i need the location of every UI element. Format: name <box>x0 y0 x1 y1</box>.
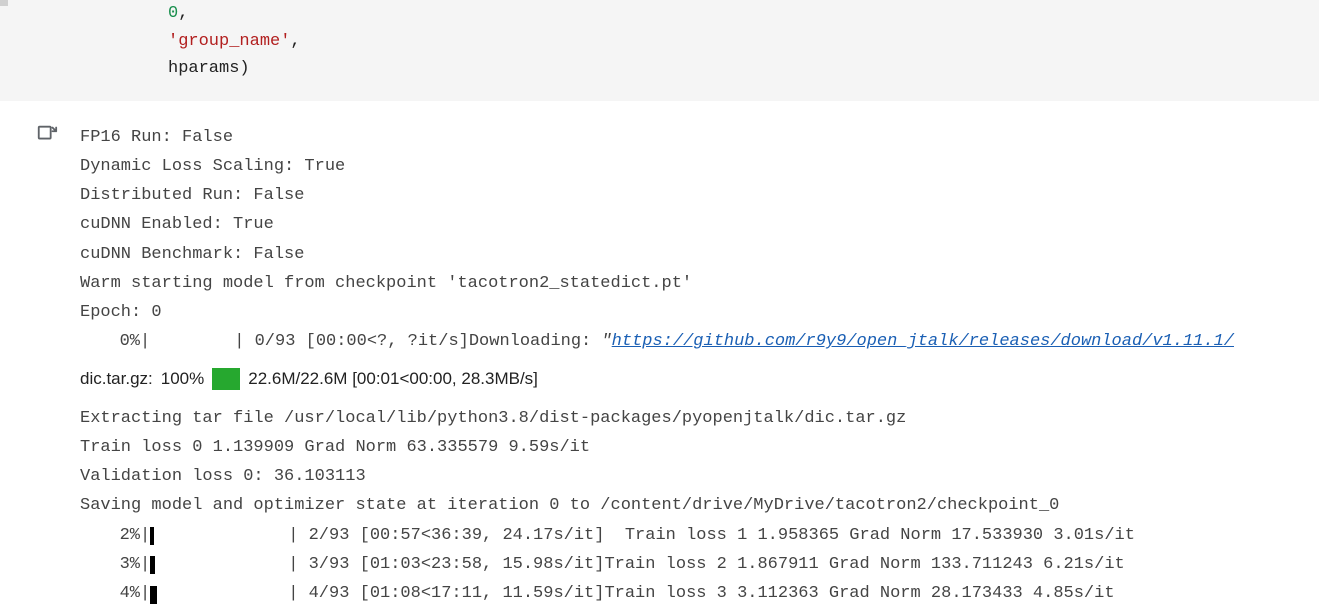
progress-bar-fill <box>150 556 155 574</box>
progress-bar-fill <box>150 527 154 545</box>
output-text: Extracting tar file /usr/local/lib/pytho… <box>80 404 1319 433</box>
pipe-icon: | <box>288 550 298 579</box>
progress-stats: 3/93 [01:03<23:58, 15.98s/it]Train loss … <box>298 550 1124 579</box>
progress-row: 3%|| 3/93 [01:03<23:58, 15.98s/it]Train … <box>80 550 1319 579</box>
pipe-icon: | <box>288 521 298 550</box>
code-identifier: hparams <box>168 59 239 78</box>
code-line: 0, <box>0 0 1319 28</box>
pipe-icon: | <box>140 327 150 356</box>
pipe-icon: | <box>140 521 150 550</box>
code-cell[interactable]: 0, 'group_name', hparams) <box>0 0 1319 101</box>
progress-bar-fill <box>150 586 157 604</box>
progress-percent: 2% <box>102 521 140 550</box>
output-text: Saving model and optimizer state at iter… <box>80 491 1319 520</box>
output-cell: FP16 Run: False Dynamic Loss Scaling: Tr… <box>0 101 1319 608</box>
progress-percent: 0% <box>102 327 140 356</box>
code-number-literal: 0 <box>168 4 178 23</box>
cell-gutter-handle[interactable] <box>0 0 8 6</box>
download-progress-bar <box>212 368 240 390</box>
progress-stats: 0/93 [00:00<?, ?it/s] <box>244 327 468 356</box>
downloading-label: Downloading: <box>469 327 602 356</box>
expand-output-icon[interactable] <box>36 123 58 145</box>
progress-row: 4%|| 4/93 [01:08<17:11, 11.59s/it]Train … <box>80 579 1319 608</box>
code-string-literal: 'group_name' <box>168 32 290 51</box>
output-text: Validation loss 0: 36.103113 <box>80 462 1319 491</box>
download-filename: dic.tar.gz: <box>80 364 153 393</box>
progress-stats: 4/93 [01:08<17:11, 11.59s/it]Train loss … <box>298 579 1114 608</box>
output-text: Epoch: 0 <box>80 298 1319 327</box>
progress-row: 2%|| 2/93 [00:57<36:39, 24.17s/it] Train… <box>80 521 1319 550</box>
code-line: hparams) <box>0 55 1319 83</box>
output-text: Dynamic Loss Scaling: True <box>80 152 1319 181</box>
progress-stats: 2/93 [00:57<36:39, 24.17s/it] Train loss… <box>298 521 1135 550</box>
code-line: 'group_name', <box>0 28 1319 56</box>
download-stats: 22.6M/22.6M [00:01<00:00, 28.3MB/s] <box>248 364 538 393</box>
output-text: cuDNN Enabled: True <box>80 210 1319 239</box>
output-text: cuDNN Benchmark: False <box>80 240 1319 269</box>
quote-char: " <box>601 327 611 356</box>
pipe-icon: | <box>140 550 150 579</box>
pipe-icon: | <box>288 579 298 608</box>
output-text: Distributed Run: False <box>80 181 1319 210</box>
pipe-icon: | <box>140 579 150 608</box>
download-url-link[interactable]: https://github.com/r9y9/open_jtalk/relea… <box>612 327 1234 356</box>
output-text: Train loss 0 1.139909 Grad Norm 63.33557… <box>80 433 1319 462</box>
progress-percent: 4% <box>102 579 140 608</box>
pipe-icon: | <box>234 327 244 356</box>
output-text: FP16 Run: False <box>80 123 1319 152</box>
progress-percent: 3% <box>102 550 140 579</box>
download-percent: 100% <box>161 364 204 393</box>
progress-row: 0% | | 0/93 [00:00<?, ?it/s] Downloading… <box>80 327 1319 356</box>
download-progress-row: dic.tar.gz: 100% 22.6M/22.6M [00:01<00:0… <box>80 356 1319 403</box>
output-text: Warm starting model from checkpoint 'tac… <box>80 269 1319 298</box>
